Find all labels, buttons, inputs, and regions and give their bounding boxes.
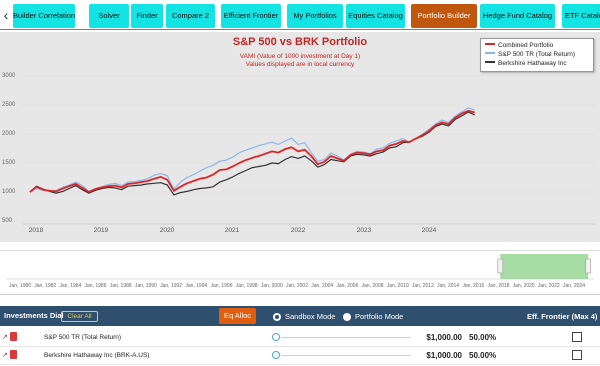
eq-alloc-button[interactable]: Eq Alloc xyxy=(219,308,256,324)
allocation-slider-track[interactable] xyxy=(281,337,411,338)
x-tick-label: 2021 xyxy=(224,227,240,234)
investment-percent: 50.00% xyxy=(469,351,497,360)
frontier-checkbox[interactable] xyxy=(572,332,582,342)
series-line-combined xyxy=(29,109,475,193)
chart-link-icon[interactable]: ↗ xyxy=(2,333,8,341)
allocation-slider-handle[interactable] xyxy=(272,333,280,341)
legend-label: Berkshire Hathaway Inc xyxy=(498,60,567,67)
x-tick-label: 2020 xyxy=(159,227,175,234)
sandbox-mode-radio[interactable] xyxy=(273,313,281,321)
x-tick-label: 2023 xyxy=(356,227,372,234)
sandbox-mode-label[interactable]: Sandbox Mode xyxy=(285,312,335,321)
legend-item-combined[interactable]: Combined Portfolio xyxy=(485,42,553,51)
clear-all-button[interactable]: Clear All xyxy=(61,311,98,322)
navigator-tick-label: Jan, 2024 xyxy=(563,283,585,289)
chart-legend: Combined Portfolio S&P 500 TR (Total Ret… xyxy=(480,38,594,72)
legend-label: S&P 500 TR (Total Return) xyxy=(498,51,576,58)
investment-row: ↗ S&P 500 TR (Total Return) $1,000.00 50… xyxy=(0,329,600,347)
x-tick-label: 2024 xyxy=(421,227,437,234)
portfolio-builder-page: ‹ Builder Correlations Solver Finder Com… xyxy=(0,0,600,366)
allocation-slider-handle[interactable] xyxy=(272,351,280,359)
portfolio-mode-label[interactable]: Portfolio Mode xyxy=(355,312,403,321)
legend-item-brk[interactable]: Berkshire Hathaway Inc xyxy=(485,60,567,69)
legend-item-sp500[interactable]: S&P 500 TR (Total Return) xyxy=(485,51,575,60)
x-tick-label: 2022 xyxy=(290,227,306,234)
investment-amount: $1,000.00 xyxy=(426,351,462,360)
x-tick-label: 2018 xyxy=(28,227,44,234)
series-line-brk xyxy=(29,111,475,196)
delete-icon[interactable] xyxy=(10,332,17,341)
chart-link-icon[interactable]: ↗ xyxy=(2,351,8,359)
investment-percent: 50.00% xyxy=(469,333,497,342)
efficient-frontier-label: Eff. Frontier (Max 4) xyxy=(527,312,598,321)
allocation-slider-track[interactable] xyxy=(281,355,411,356)
investment-name: S&P 500 TR (Total Return) xyxy=(44,334,122,341)
legend-label: Combined Portfolio xyxy=(498,42,554,49)
delete-icon[interactable] xyxy=(10,350,17,359)
investment-row: ↗ Berkshire Hathaway Inc (BRK-A.US) $1,0… xyxy=(0,347,600,365)
frontier-checkbox[interactable] xyxy=(572,350,582,360)
investments-title: Investments Dial xyxy=(4,311,64,320)
investment-name: Berkshire Hathaway Inc (BRK-A.US) xyxy=(44,352,150,359)
investments-header: Investments Dial Clear All Eq Alloc Sand… xyxy=(0,306,600,326)
portfolio-mode-radio[interactable] xyxy=(343,313,351,321)
series-line-sp500 xyxy=(29,107,475,193)
investment-amount: $1,000.00 xyxy=(426,333,462,342)
x-tick-label: 2019 xyxy=(93,227,109,234)
